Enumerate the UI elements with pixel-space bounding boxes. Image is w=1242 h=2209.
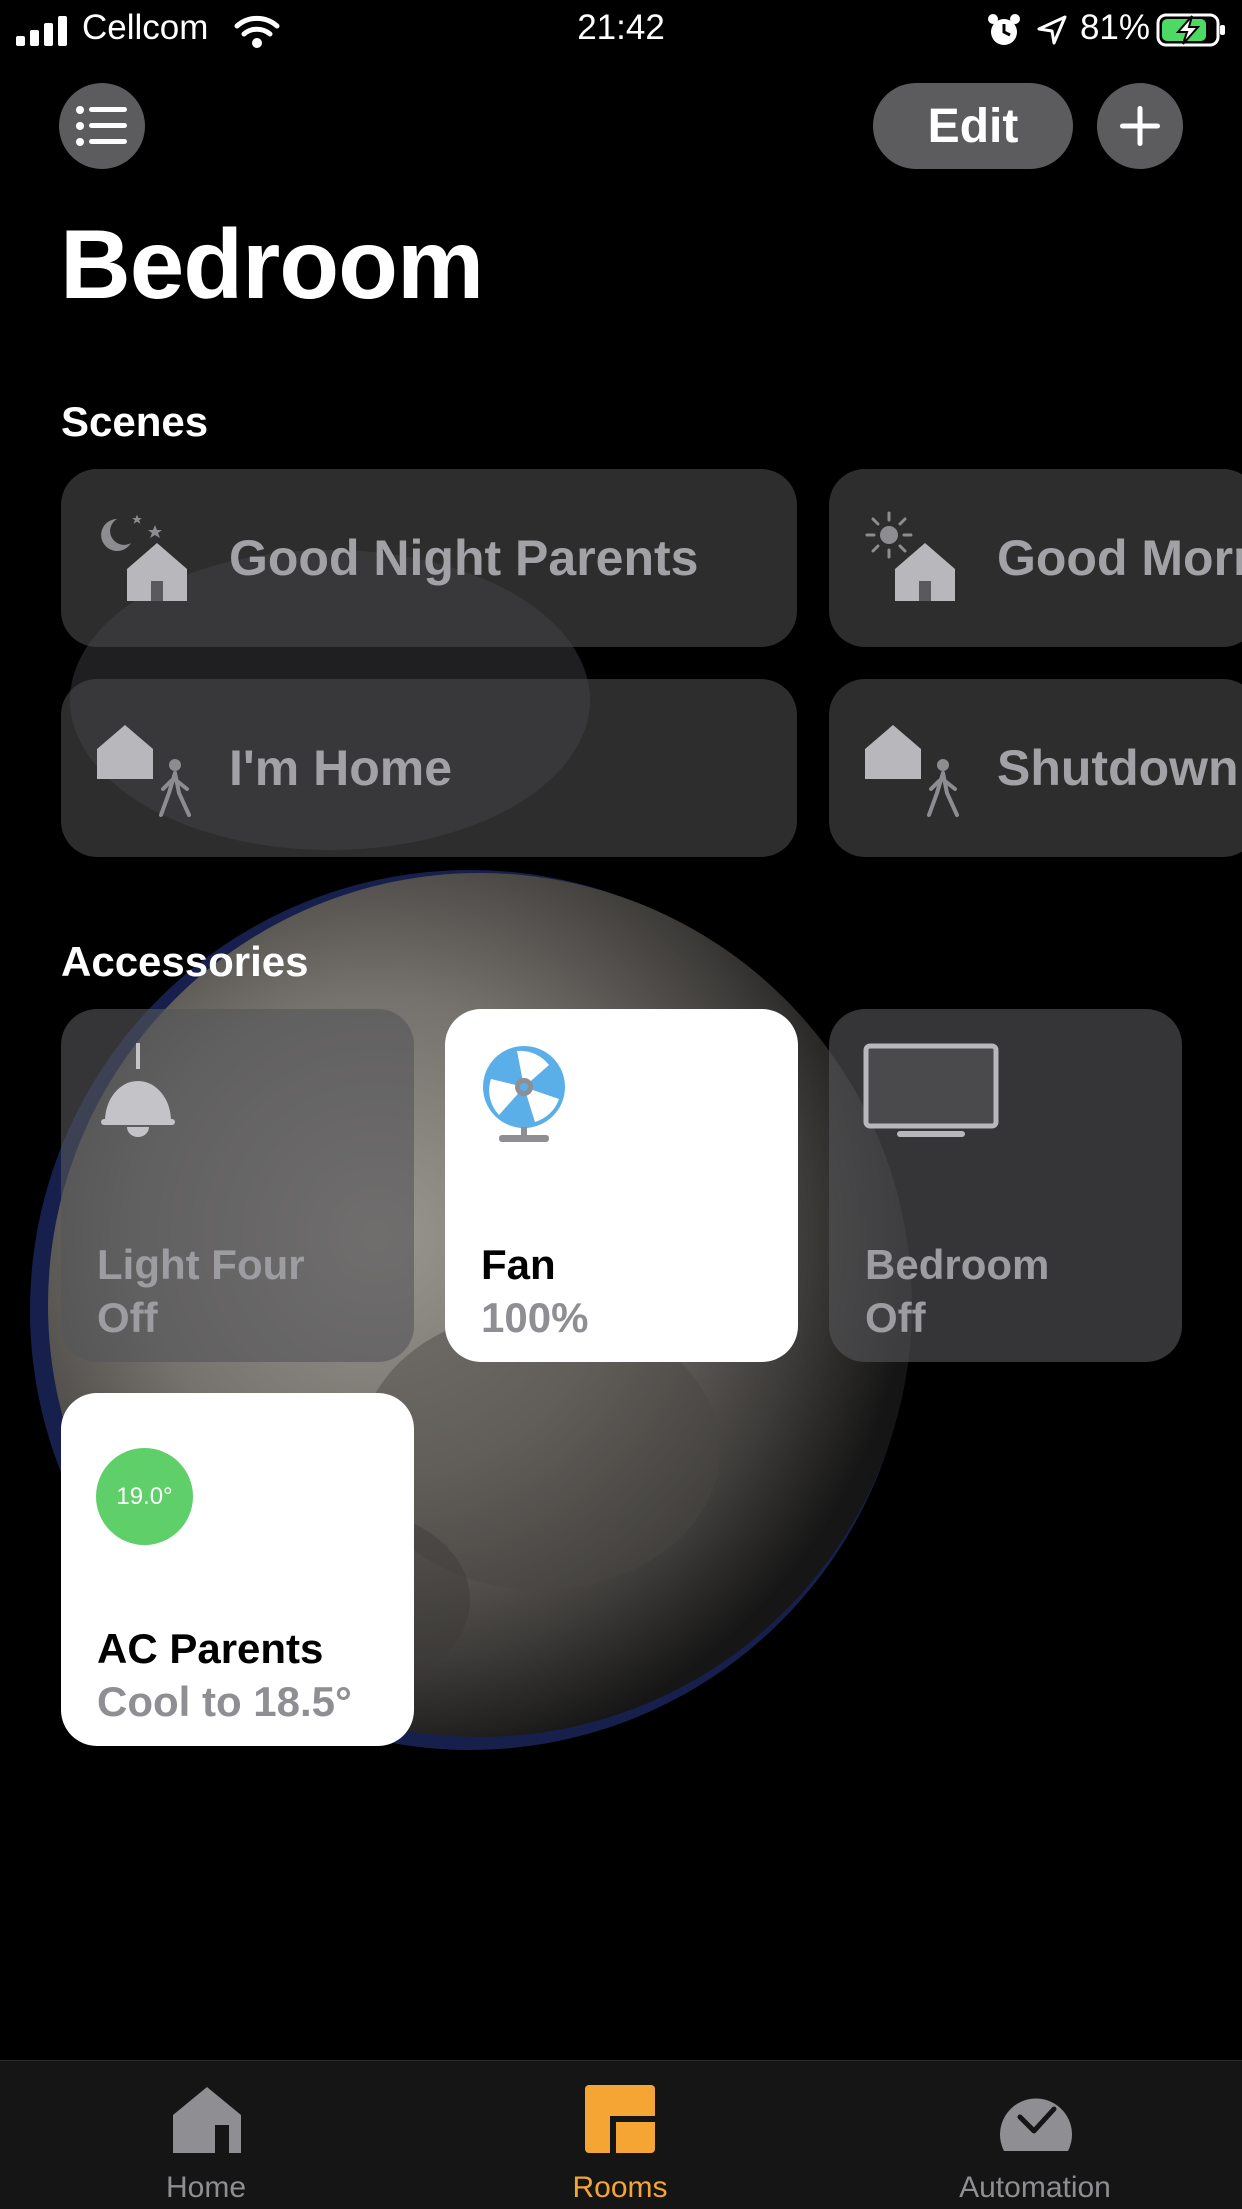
scene-label: I'm Home bbox=[229, 740, 453, 796]
automation-icon bbox=[1000, 2098, 1072, 2151]
accessory-state: Cool to 18.5° bbox=[97, 1678, 352, 1725]
rooms-icon bbox=[585, 2085, 655, 2153]
scene-good-night-parents[interactable]: Good Night Parents bbox=[61, 469, 797, 647]
accessory-state: Off bbox=[97, 1294, 158, 1341]
fan-icon bbox=[483, 1046, 565, 1142]
plus-icon bbox=[1120, 106, 1160, 146]
list-icon bbox=[76, 106, 127, 146]
add-button[interactable] bbox=[1097, 83, 1183, 169]
accessory-name: AC Parents bbox=[97, 1625, 324, 1672]
alarm-icon bbox=[988, 14, 1020, 45]
accessory-name: Light Four bbox=[97, 1241, 305, 1288]
tab-home[interactable]: Home bbox=[86, 2061, 326, 2209]
accessory-name: Bedroom bbox=[865, 1241, 1050, 1288]
home-list-button[interactable] bbox=[59, 83, 145, 169]
scene-im-home[interactable]: I'm Home bbox=[61, 679, 797, 857]
battery-percent: 81% bbox=[1079, 8, 1150, 47]
scene-label: Good Night Parents bbox=[229, 530, 699, 586]
edit-button[interactable]: Edit bbox=[873, 83, 1073, 169]
pendant-lamp-icon bbox=[101, 1043, 175, 1137]
battery-charging-icon bbox=[1156, 13, 1225, 47]
tab-label: Rooms bbox=[572, 2171, 668, 2204]
tab-rooms[interactable]: Rooms bbox=[500, 2061, 740, 2209]
arrive-home-scene-icon bbox=[97, 725, 191, 817]
tab-label: Automation bbox=[959, 2171, 1111, 2204]
accessory-state: 100% bbox=[481, 1294, 589, 1341]
scene-label: Shutdown bbox=[997, 740, 1239, 796]
accessory-state: Off bbox=[865, 1294, 926, 1341]
good-night-scene-icon bbox=[101, 514, 187, 601]
tv-icon bbox=[863, 1043, 999, 1137]
tab-label: Home bbox=[165, 2171, 247, 2204]
accessory-name: Fan bbox=[481, 1241, 556, 1288]
leave-home-scene-icon bbox=[865, 725, 959, 817]
home-icon bbox=[173, 2087, 241, 2153]
accessory-bedroom-tv[interactable]: Bedroom Off bbox=[829, 1009, 1182, 1362]
scenes-heading: Scenes bbox=[61, 398, 209, 445]
scene-label: Good Morning bbox=[997, 530, 1242, 586]
tab-automation[interactable]: Automation bbox=[915, 2061, 1155, 2209]
status-bar: Cellcom 21:42 81% bbox=[0, 0, 1242, 60]
scene-shutdown[interactable]: Shutdown bbox=[829, 679, 1242, 857]
page-title: Bedroom bbox=[60, 209, 484, 319]
accessories-heading: Accessories bbox=[61, 938, 309, 985]
scene-good-morning[interactable]: Good Morning bbox=[829, 469, 1242, 647]
current-temperature-badge: 19.0° bbox=[96, 1448, 193, 1545]
accessory-ac-parents[interactable]: 19.0° AC Parents Cool to 18.5° bbox=[61, 1393, 414, 1746]
location-arrow-icon bbox=[1037, 15, 1067, 45]
good-morning-scene-icon bbox=[865, 511, 955, 601]
accessory-fan[interactable]: Fan 100% bbox=[445, 1009, 798, 1362]
tab-bar: Home Rooms Automation bbox=[0, 2060, 1242, 2209]
accessory-light-four[interactable]: Light Four Off bbox=[61, 1009, 414, 1362]
